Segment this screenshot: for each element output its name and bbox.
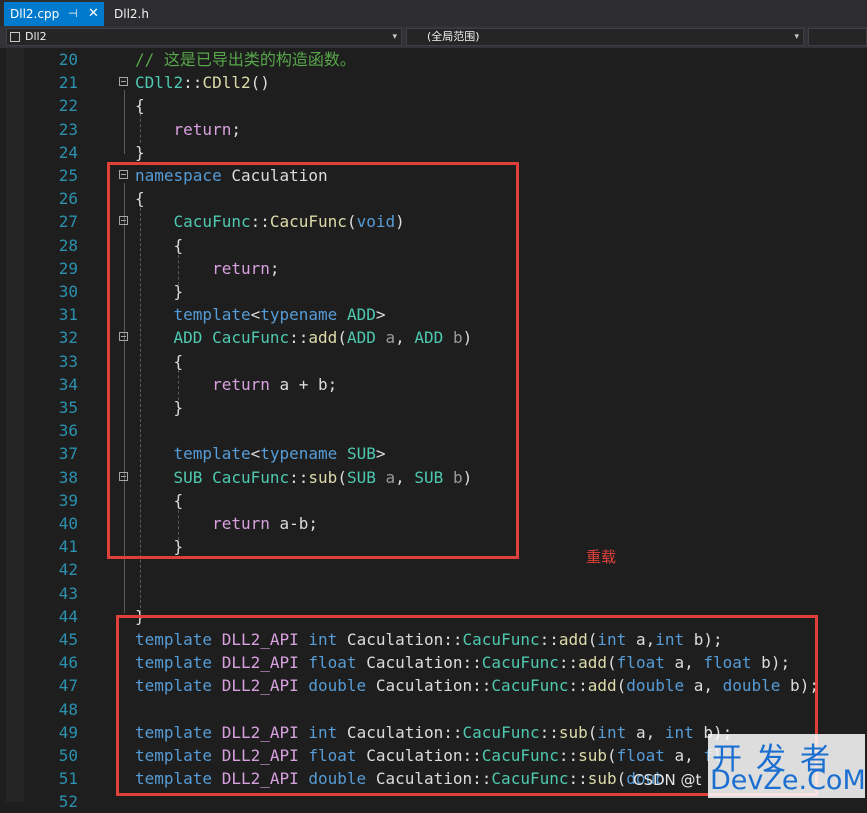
line-number: 46 <box>58 653 78 673</box>
line-number: 29 <box>58 258 78 278</box>
line-number: 31 <box>58 305 78 325</box>
code-token: ; <box>231 119 241 139</box>
code-text: CDll2::CDll2() <box>135 71 270 94</box>
code-text: return; <box>135 118 241 141</box>
annotation-label: 重载 <box>586 548 617 566</box>
watermark-devze-en: DevZe.CoM <box>710 765 866 796</box>
line-number: 51 <box>58 769 78 789</box>
line-number: 28 <box>58 235 78 255</box>
code-token: // 这是已导出类的构造函数。 <box>135 50 356 69</box>
project-dropdown[interactable]: Dll2 ▾ <box>6 28 402 46</box>
collapse-toggle-icon[interactable] <box>119 77 128 87</box>
line-number: 35 <box>58 398 78 417</box>
line-number: 39 <box>58 490 78 510</box>
line-number: 21 <box>58 73 78 93</box>
member-dropdown[interactable] <box>808 28 867 46</box>
highlight-box-namespace <box>107 162 519 559</box>
code-line[interactable]: 22 { <box>0 94 867 117</box>
pin-icon[interactable]: ⊣ <box>68 2 78 26</box>
line-number: 36 <box>58 421 78 441</box>
code-line[interactable]: 21 CDll2::CDll2() <box>0 71 867 94</box>
line-number: 40 <box>58 514 78 533</box>
code-line[interactable]: 24} <box>0 141 867 164</box>
line-number: 38 <box>58 467 78 487</box>
code-line[interactable]: 20 // 这是已导出类的构造函数。 <box>0 48 867 71</box>
code-token: () <box>250 73 270 93</box>
code-text: // 这是已导出类的构造函数。 <box>135 48 356 71</box>
code-token: return <box>173 119 232 139</box>
code-token: CDll2 <box>135 73 184 93</box>
tab-label: Dll2.cpp <box>10 7 60 21</box>
scope-label: (全局范围) <box>427 30 480 43</box>
project-icon <box>10 32 20 42</box>
project-label: Dll2 <box>25 30 47 43</box>
line-number: 30 <box>58 282 78 301</box>
navigation-bar: Dll2 ▾ (全局范围) ▾ <box>0 26 867 49</box>
chevron-down-icon: ▾ <box>794 32 799 42</box>
line-number: 41 <box>58 537 78 557</box>
line-number: 24 <box>58 142 78 162</box>
line-number: 25 <box>58 166 78 185</box>
code-line[interactable]: 42 <box>0 558 867 581</box>
close-icon[interactable]: ✕ <box>88 2 99 26</box>
line-number: 22 <box>58 96 78 116</box>
line-number: 32 <box>58 328 78 348</box>
line-number: 42 <box>58 560 78 580</box>
tab-dll2-h[interactable]: Dll2.h <box>108 2 168 26</box>
code-text: } <box>135 141 145 164</box>
line-number: 23 <box>58 119 78 139</box>
line-number: 34 <box>58 374 78 394</box>
line-number: 50 <box>58 746 78 765</box>
line-number: 43 <box>58 583 78 603</box>
line-number: 44 <box>58 606 78 626</box>
chevron-down-icon: ▾ <box>392 32 397 42</box>
line-number: 47 <box>58 676 78 696</box>
line-number: 49 <box>58 722 78 742</box>
line-number: 26 <box>58 189 78 209</box>
line-number: 48 <box>58 699 78 719</box>
code-token: :: <box>183 73 203 93</box>
watermark-csdn: CSDN @t <box>633 771 702 789</box>
line-number: 45 <box>58 630 78 649</box>
code-token: { <box>135 96 145 116</box>
line-number: 37 <box>58 444 78 464</box>
line-number: 20 <box>58 50 78 69</box>
document-tab-bar: Dll2.cpp ⊣ ✕ Dll2.h <box>0 0 867 26</box>
tab-label: Dll2.h <box>114 7 149 21</box>
code-line[interactable]: 23 return; <box>0 118 867 141</box>
scope-dropdown[interactable]: (全局范围) ▾ <box>406 28 804 46</box>
code-token: CDll2 <box>202 73 251 93</box>
code-text: { <box>135 94 145 117</box>
line-number: 33 <box>58 351 78 371</box>
tab-dll2-cpp[interactable]: Dll2.cpp ⊣ ✕ <box>4 2 104 26</box>
code-token: } <box>135 142 145 162</box>
code-line[interactable]: 43 <box>0 582 867 605</box>
line-number: 27 <box>58 212 78 232</box>
